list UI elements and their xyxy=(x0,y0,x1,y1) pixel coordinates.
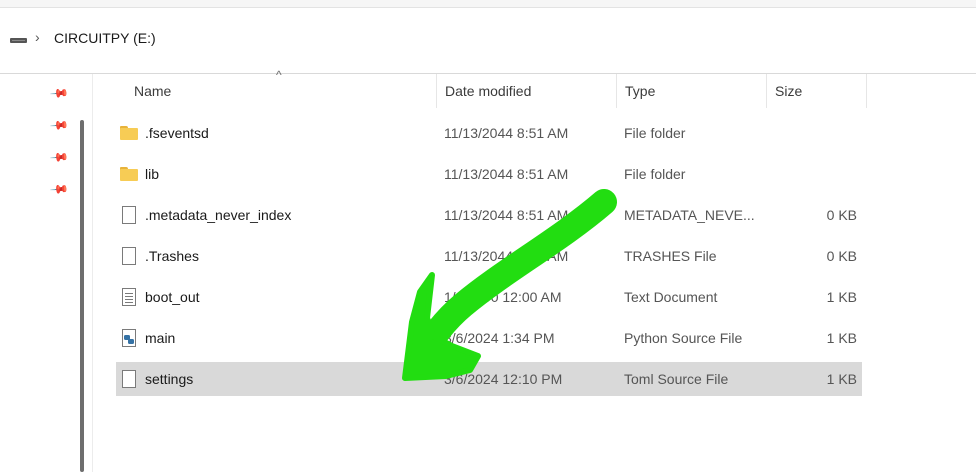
file-name-cell: .fseventsd xyxy=(145,125,209,141)
navigation-pane: 📌 📌 📌 📌 xyxy=(0,74,92,472)
green-arrow-annotation xyxy=(402,189,617,381)
file-name-cell: .Trashes xyxy=(145,248,199,264)
file-size-cell: 0 KB xyxy=(826,207,857,223)
file-icon xyxy=(122,206,136,224)
column-header-name[interactable]: Name xyxy=(126,74,437,108)
pane-divider xyxy=(92,74,93,472)
pin-icon[interactable]: 📌 xyxy=(49,115,69,135)
file-date-cell: 11/13/2044 8:51 AM xyxy=(444,248,569,264)
file-date-cell: 3/6/2024 12:10 PM xyxy=(444,371,563,387)
file-date-cell: 11/13/2044 8:51 AM xyxy=(444,166,569,182)
drive-icon xyxy=(10,38,27,43)
file-date-cell: 11/13/2044 8:51 AM xyxy=(444,125,569,141)
navigation-scrollbar[interactable] xyxy=(80,120,84,472)
file-size-cell: 1 KB xyxy=(826,371,857,387)
file-row[interactable]: main 3/6/2024 1:34 PM Python Source File 1 … xyxy=(116,321,862,355)
file-row[interactable]: lib 11/13/2044 8:51 AM File folder xyxy=(116,157,862,191)
file-name-cell: .metadata_never_index xyxy=(145,207,292,223)
file-type-cell: Python Source File xyxy=(624,330,743,346)
python-file-icon xyxy=(122,329,136,347)
pin-icon[interactable]: 📌 xyxy=(49,147,69,167)
folder-icon xyxy=(120,165,138,183)
file-row[interactable]: .metadata_never_index 11/13/2044 8:51 AM M… xyxy=(116,198,862,232)
file-type-cell: File folder xyxy=(624,166,686,182)
file-size-cell: 1 KB xyxy=(826,330,857,346)
file-row[interactable]: .Trashes 11/13/2044 8:51 AM TRASHES File 0 … xyxy=(116,239,862,273)
file-date-cell: 3/6/2024 1:34 PM xyxy=(444,330,555,346)
file-name-cell: settings xyxy=(145,371,194,387)
file-name-cell: boot_out xyxy=(145,289,200,305)
file-date-cell: 1/1/2000 12:00 AM xyxy=(444,289,562,305)
file-type-cell: TRASHES File xyxy=(624,248,717,264)
file-type-cell: File folder xyxy=(624,125,686,141)
file-name-cell: lib xyxy=(145,166,160,182)
file-icon xyxy=(122,370,136,388)
file-row[interactable]: settings 3/6/2024 12:10 PM Toml Source Fil… xyxy=(116,362,862,396)
file-explorer-window: › CIRCUITPY (E:) 📌 📌 📌 📌 ^ Name Date mod… xyxy=(0,0,976,472)
text-file-icon xyxy=(122,288,136,306)
file-name-cell: main xyxy=(145,330,176,346)
file-icon xyxy=(122,247,136,265)
file-type-cell: Toml Source File xyxy=(624,371,729,387)
file-size-cell: 0 KB xyxy=(826,248,857,264)
chevron-right-icon[interactable]: › xyxy=(35,29,40,45)
pin-icon[interactable]: 📌 xyxy=(49,179,69,199)
file-row[interactable]: boot_out 1/1/2000 12:00 AM Text Document 1 … xyxy=(116,280,862,314)
file-size-cell: 1 KB xyxy=(826,289,857,305)
folder-icon xyxy=(120,124,138,142)
address-bar[interactable]: › CIRCUITPY (E:) xyxy=(0,18,976,60)
file-date-cell: 11/13/2044 8:51 AM xyxy=(444,207,569,223)
column-header-type[interactable]: Type xyxy=(617,74,767,108)
toolbar-strip xyxy=(0,0,976,8)
breadcrumb-current-drive[interactable]: CIRCUITPY (E:) xyxy=(54,30,156,46)
column-header-size[interactable]: Size xyxy=(767,74,867,108)
file-type-cell: METADATA_NEVE... xyxy=(624,207,755,223)
pin-icon[interactable]: 📌 xyxy=(49,83,69,103)
file-row[interactable]: .fseventsd 11/13/2044 8:51 AM File folder xyxy=(116,116,862,150)
file-type-cell: Text Document xyxy=(624,289,718,305)
column-header-date-modified[interactable]: Date modified xyxy=(437,74,617,108)
